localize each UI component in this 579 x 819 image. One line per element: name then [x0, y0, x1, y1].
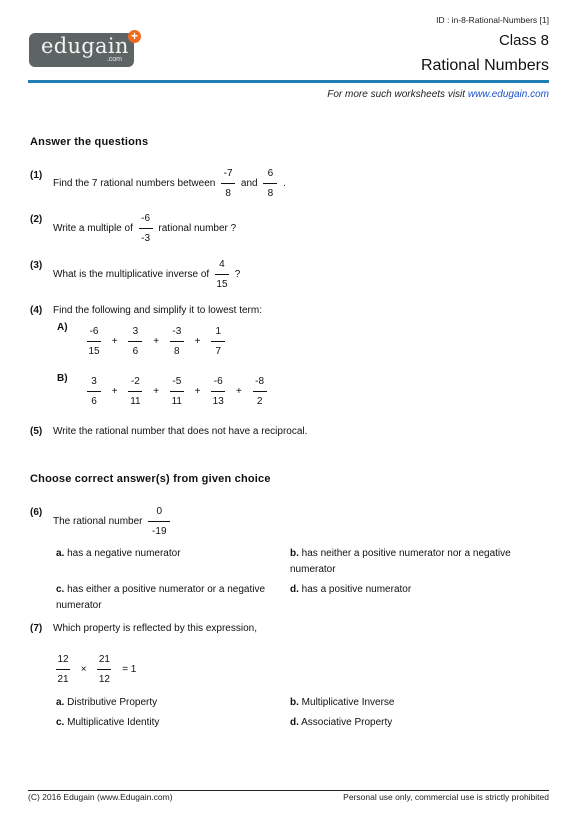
fraction: 36 — [87, 376, 101, 407]
question-text: ? — [234, 269, 241, 280]
question-7-text: Which property is reflected by this expr… — [53, 623, 257, 634]
expression-b: 36 + -2 11 + -5 11 + -6 13 + -8 2 — [84, 376, 270, 407]
footer-divider — [28, 790, 549, 791]
section-title-choose: Choose correct answer(s) from given choi… — [30, 473, 271, 485]
question-text: What is the multiplicative inverse of — [53, 269, 210, 280]
choice-b[interactable]: b. has neither a positive numerator nor … — [290, 546, 520, 578]
fraction: 0 -19 — [148, 506, 171, 537]
question-number: (7) — [30, 623, 43, 634]
fraction: 36 — [128, 326, 143, 357]
question-7-expression: 12 21 × 21 12 = 1 — [53, 654, 141, 685]
fraction: -8 2 — [252, 376, 267, 407]
edugain-link[interactable]: www.edugain.com — [468, 89, 549, 100]
question-number: (3) — [30, 260, 43, 271]
expression-a: -6 15 + 36 + -3 8 + 17 — [84, 326, 228, 357]
more-worksheets-text: For more such worksheets visit — [327, 89, 468, 100]
plus-operator: + — [153, 386, 160, 397]
logo-text: edugain — [41, 34, 129, 58]
question-text: Write a multiple of — [53, 223, 133, 234]
choice-c[interactable]: c. has either a positive numerator or a … — [56, 582, 290, 614]
question-5-text: Write the rational number that does not … — [53, 426, 308, 437]
part-label: B) — [57, 373, 68, 384]
question-text: The rational number — [53, 516, 143, 527]
fraction: -5 11 — [169, 376, 184, 407]
part-label: A) — [57, 322, 68, 333]
fraction: 12 21 — [56, 654, 70, 685]
header-divider — [28, 80, 549, 83]
multiply-operator: × — [80, 664, 87, 675]
plus-operator: + — [236, 386, 242, 397]
footer-copyright: (C) 2016 Edugain (www.Edugain.com) — [28, 792, 173, 802]
fraction: 17 — [211, 326, 226, 357]
question-text: and — [240, 178, 258, 189]
question-number: (2) — [30, 214, 43, 225]
question-number: (5) — [30, 426, 43, 437]
fraction: -3 8 — [169, 326, 184, 357]
edugain-logo: edugain .com — [29, 33, 134, 67]
plus-operator: + — [111, 336, 118, 347]
choice-d[interactable]: d. Associative Property — [290, 715, 392, 731]
question-number: (4) — [30, 305, 43, 316]
question-6: The rational number 0 -19 — [53, 506, 173, 537]
plus-operator: + — [194, 386, 201, 397]
choice-d[interactable]: d. has a positive numerator — [290, 582, 520, 598]
question-3: What is the multiplicative inverse of 41… — [53, 259, 240, 290]
fraction: 4 15 — [214, 259, 229, 290]
question-2: Write a multiple of -6 -3 rational number… — [53, 213, 236, 244]
topic-title: Rational Numbers — [420, 57, 549, 74]
fraction: -6 -3 — [138, 213, 153, 244]
fraction: -2 11 — [128, 376, 143, 407]
fraction: -6 13 — [211, 376, 226, 407]
logo-domain: .com — [106, 56, 122, 63]
more-worksheets-line: For more such worksheets visit www.eduga… — [327, 89, 549, 100]
choice-a[interactable]: a. Distributive Property — [56, 695, 157, 711]
section-title-answer: Answer the questions — [30, 136, 149, 148]
footer-usage-note: Personal use only, commercial use is str… — [343, 792, 549, 802]
fraction: -6 15 — [87, 326, 101, 357]
fraction: -7 8 — [221, 168, 236, 199]
fraction: 68 — [263, 168, 278, 199]
class-title: Class 8 — [498, 32, 549, 49]
question-4-text: Find the following and simplify it to lo… — [53, 305, 262, 316]
question-text: . — [283, 178, 286, 189]
choice-b[interactable]: b. Multiplicative Inverse — [290, 695, 394, 711]
question-text: Find the 7 rational numbers between — [53, 178, 216, 189]
question-text: rational number ? — [158, 223, 237, 234]
plus-operator: + — [153, 336, 160, 347]
worksheet-id: ID : in-8-Rational-Numbers [1] — [436, 15, 549, 25]
question-number: (1) — [30, 170, 43, 181]
plus-operator: + — [111, 386, 118, 397]
question-number: (6) — [30, 507, 43, 518]
choice-c[interactable]: c. Multiplicative Identity — [56, 715, 159, 731]
choice-a[interactable]: a. has a negative numerator — [56, 546, 288, 562]
result-text: = 1 — [122, 664, 137, 675]
plus-operator: + — [194, 336, 201, 347]
question-1: Find the 7 rational numbers between -7 8 … — [53, 168, 286, 199]
fraction: 21 12 — [97, 654, 112, 685]
plus-icon: + — [128, 30, 141, 43]
